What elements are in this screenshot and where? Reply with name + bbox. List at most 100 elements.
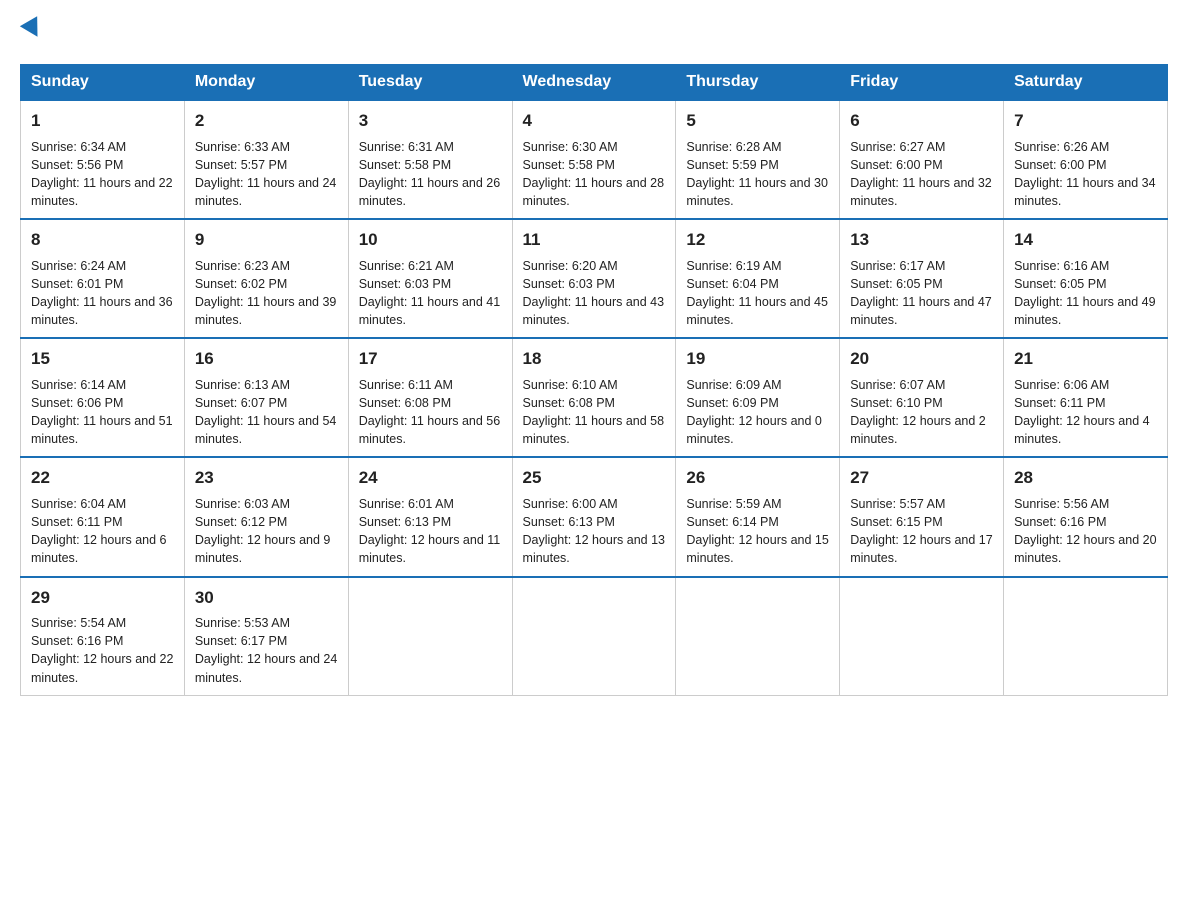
calendar-cell: 6 Sunrise: 6:27 AMSunset: 6:00 PMDaylight…	[840, 100, 1004, 219]
day-info: Sunrise: 6:09 AMSunset: 6:09 PMDaylight:…	[686, 376, 829, 449]
day-info: Sunrise: 5:54 AMSunset: 6:16 PMDaylight:…	[31, 614, 174, 687]
column-header-friday: Friday	[840, 65, 1004, 101]
calendar-cell: 18 Sunrise: 6:10 AMSunset: 6:08 PMDayligh…	[512, 338, 676, 457]
day-number: 20	[850, 347, 993, 372]
day-number: 8	[31, 228, 174, 253]
day-number: 3	[359, 109, 502, 134]
day-number: 12	[686, 228, 829, 253]
day-info: Sunrise: 6:30 AMSunset: 5:58 PMDaylight:…	[523, 138, 666, 211]
calendar-cell: 14 Sunrise: 6:16 AMSunset: 6:05 PMDayligh…	[1004, 219, 1168, 338]
calendar-cell: 16 Sunrise: 6:13 AMSunset: 6:07 PMDayligh…	[184, 338, 348, 457]
calendar-cell: 10 Sunrise: 6:21 AMSunset: 6:03 PMDayligh…	[348, 219, 512, 338]
day-info: Sunrise: 6:14 AMSunset: 6:06 PMDaylight:…	[31, 376, 174, 449]
calendar-cell	[1004, 577, 1168, 696]
day-number: 10	[359, 228, 502, 253]
calendar-week-3: 15 Sunrise: 6:14 AMSunset: 6:06 PMDayligh…	[21, 338, 1168, 457]
calendar-cell: 27 Sunrise: 5:57 AMSunset: 6:15 PMDayligh…	[840, 457, 1004, 576]
day-info: Sunrise: 6:19 AMSunset: 6:04 PMDaylight:…	[686, 257, 829, 330]
calendar-week-2: 8Sunrise: 6:24 AMSunset: 6:01 PMDaylight…	[21, 219, 1168, 338]
day-info: Sunrise: 6:28 AMSunset: 5:59 PMDaylight:…	[686, 138, 829, 211]
calendar-table: SundayMondayTuesdayWednesdayThursdayFrid…	[20, 64, 1168, 696]
day-number: 19	[686, 347, 829, 372]
day-info: Sunrise: 5:59 AMSunset: 6:14 PMDaylight:…	[686, 495, 829, 568]
calendar-cell: 5 Sunrise: 6:28 AMSunset: 5:59 PMDaylight…	[676, 100, 840, 219]
day-info: Sunrise: 6:16 AMSunset: 6:05 PMDaylight:…	[1014, 257, 1157, 330]
day-number: 16	[195, 347, 338, 372]
day-number: 26	[686, 466, 829, 491]
calendar-cell: 13 Sunrise: 6:17 AMSunset: 6:05 PMDayligh…	[840, 219, 1004, 338]
calendar-cell	[840, 577, 1004, 696]
day-info: Sunrise: 6:01 AMSunset: 6:13 PMDaylight:…	[359, 495, 502, 568]
calendar-cell: 24 Sunrise: 6:01 AMSunset: 6:13 PMDayligh…	[348, 457, 512, 576]
day-info: Sunrise: 6:00 AMSunset: 6:13 PMDaylight:…	[523, 495, 666, 568]
day-info: Sunrise: 6:31 AMSunset: 5:58 PMDaylight:…	[359, 138, 502, 211]
calendar-cell: 7 Sunrise: 6:26 AMSunset: 6:00 PMDaylight…	[1004, 100, 1168, 219]
day-info: Sunrise: 6:23 AMSunset: 6:02 PMDaylight:…	[195, 257, 338, 330]
day-info: Sunrise: 6:03 AMSunset: 6:12 PMDaylight:…	[195, 495, 338, 568]
calendar-header-row: SundayMondayTuesdayWednesdayThursdayFrid…	[21, 65, 1168, 101]
day-number: 13	[850, 228, 993, 253]
day-number: 6	[850, 109, 993, 134]
day-number: 15	[31, 347, 174, 372]
calendar-cell: 23 Sunrise: 6:03 AMSunset: 6:12 PMDayligh…	[184, 457, 348, 576]
calendar-cell	[676, 577, 840, 696]
day-info: Sunrise: 6:20 AMSunset: 6:03 PMDaylight:…	[523, 257, 666, 330]
column-header-wednesday: Wednesday	[512, 65, 676, 101]
day-number: 30	[195, 586, 338, 611]
day-info: Sunrise: 6:34 AMSunset: 5:56 PMDaylight:…	[31, 138, 174, 211]
day-info: Sunrise: 6:04 AMSunset: 6:11 PMDaylight:…	[31, 495, 174, 568]
day-info: Sunrise: 6:21 AMSunset: 6:03 PMDaylight:…	[359, 257, 502, 330]
day-number: 2	[195, 109, 338, 134]
calendar-cell: 2 Sunrise: 6:33 AMSunset: 5:57 PMDaylight…	[184, 100, 348, 219]
day-number: 5	[686, 109, 829, 134]
day-number: 18	[523, 347, 666, 372]
calendar-cell: 28Sunrise: 5:56 AMSunset: 6:16 PMDayligh…	[1004, 457, 1168, 576]
day-number: 1	[31, 109, 174, 134]
column-header-sunday: Sunday	[21, 65, 185, 101]
day-number: 23	[195, 466, 338, 491]
calendar-week-5: 29 Sunrise: 5:54 AMSunset: 6:16 PMDayligh…	[21, 577, 1168, 696]
day-number: 21	[1014, 347, 1157, 372]
calendar-cell: 30Sunrise: 5:53 AMSunset: 6:17 PMDayligh…	[184, 577, 348, 696]
calendar-cell: 21 Sunrise: 6:06 AMSunset: 6:11 PMDayligh…	[1004, 338, 1168, 457]
day-number: 28	[1014, 466, 1157, 491]
day-number: 22	[31, 466, 174, 491]
calendar-cell	[348, 577, 512, 696]
day-number: 9	[195, 228, 338, 253]
calendar-cell: 25 Sunrise: 6:00 AMSunset: 6:13 PMDayligh…	[512, 457, 676, 576]
day-info: Sunrise: 6:10 AMSunset: 6:08 PMDaylight:…	[523, 376, 666, 449]
day-info: Sunrise: 5:57 AMSunset: 6:15 PMDaylight:…	[850, 495, 993, 568]
day-number: 14	[1014, 228, 1157, 253]
day-info: Sunrise: 6:26 AMSunset: 6:00 PMDaylight:…	[1014, 138, 1157, 211]
day-number: 17	[359, 347, 502, 372]
day-number: 7	[1014, 109, 1157, 134]
day-number: 27	[850, 466, 993, 491]
calendar-cell: 22 Sunrise: 6:04 AMSunset: 6:11 PMDayligh…	[21, 457, 185, 576]
calendar-cell: 4 Sunrise: 6:30 AMSunset: 5:58 PMDaylight…	[512, 100, 676, 219]
day-number: 25	[523, 466, 666, 491]
calendar-cell: 1 Sunrise: 6:34 AMSunset: 5:56 PMDaylight…	[21, 100, 185, 219]
column-header-thursday: Thursday	[676, 65, 840, 101]
calendar-cell: 9 Sunrise: 6:23 AMSunset: 6:02 PMDaylight…	[184, 219, 348, 338]
calendar-cell: 3 Sunrise: 6:31 AMSunset: 5:58 PMDaylight…	[348, 100, 512, 219]
logo	[20, 20, 43, 46]
calendar-cell: 15 Sunrise: 6:14 AMSunset: 6:06 PMDayligh…	[21, 338, 185, 457]
column-header-tuesday: Tuesday	[348, 65, 512, 101]
day-info: Sunrise: 6:27 AMSunset: 6:00 PMDaylight:…	[850, 138, 993, 211]
day-info: Sunrise: 6:13 AMSunset: 6:07 PMDaylight:…	[195, 376, 338, 449]
column-header-monday: Monday	[184, 65, 348, 101]
calendar-cell: 8Sunrise: 6:24 AMSunset: 6:01 PMDaylight…	[21, 219, 185, 338]
calendar-cell: 12 Sunrise: 6:19 AMSunset: 6:04 PMDayligh…	[676, 219, 840, 338]
calendar-cell: 29 Sunrise: 5:54 AMSunset: 6:16 PMDayligh…	[21, 577, 185, 696]
logo-triangle-icon	[20, 16, 46, 42]
day-info: Sunrise: 6:33 AMSunset: 5:57 PMDaylight:…	[195, 138, 338, 211]
calendar-cell: 11Sunrise: 6:20 AMSunset: 6:03 PMDayligh…	[512, 219, 676, 338]
day-number: 29	[31, 586, 174, 611]
page-header	[20, 20, 1168, 46]
day-number: 4	[523, 109, 666, 134]
calendar-week-1: 1 Sunrise: 6:34 AMSunset: 5:56 PMDaylight…	[21, 100, 1168, 219]
day-info: Sunrise: 6:06 AMSunset: 6:11 PMDaylight:…	[1014, 376, 1157, 449]
calendar-cell: 26 Sunrise: 5:59 AMSunset: 6:14 PMDayligh…	[676, 457, 840, 576]
day-number: 24	[359, 466, 502, 491]
day-info: Sunrise: 6:17 AMSunset: 6:05 PMDaylight:…	[850, 257, 993, 330]
